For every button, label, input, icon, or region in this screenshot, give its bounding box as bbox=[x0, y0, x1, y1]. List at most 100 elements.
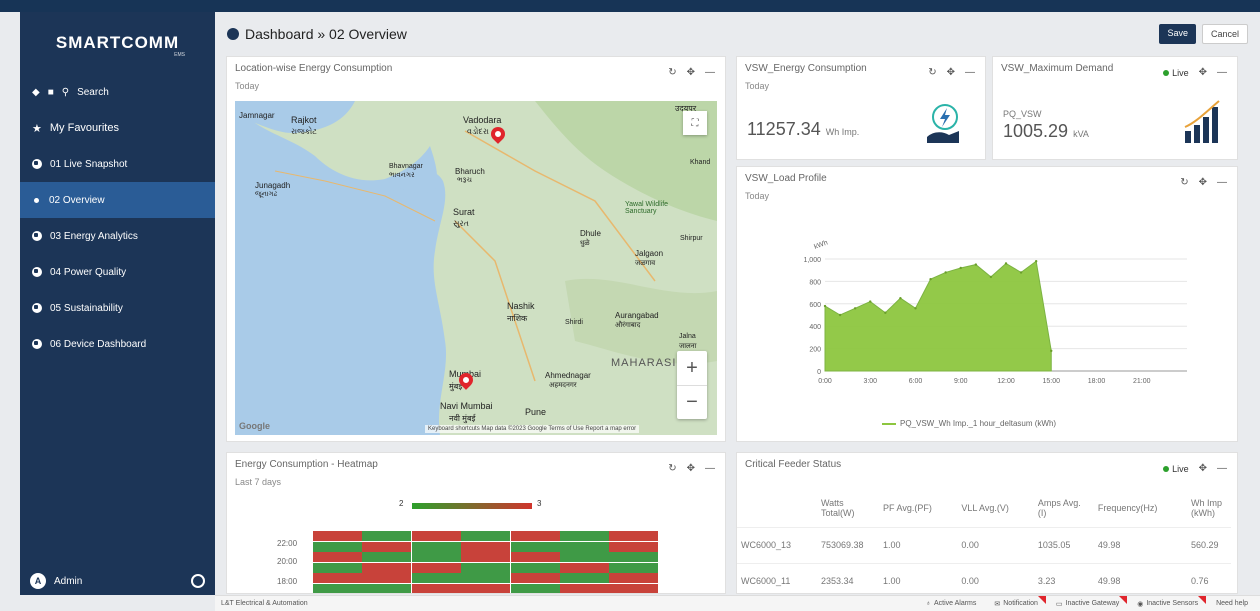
heatmap-cell[interactable] bbox=[609, 562, 659, 573]
breadcrumb-text[interactable]: Dashboard » 02 Overview bbox=[245, 26, 407, 42]
notification-button[interactable]: ✉ Notification bbox=[994, 595, 1046, 608]
heatmap-cell[interactable] bbox=[313, 562, 362, 573]
column-header[interactable]: Watts Total(W) bbox=[817, 489, 879, 528]
heatmap-cell[interactable] bbox=[362, 552, 412, 562]
zoom-out-button[interactable]: − bbox=[677, 385, 707, 419]
back-arrow-icon[interactable]: ◆ bbox=[32, 87, 40, 98]
heatmap-cell[interactable] bbox=[362, 583, 412, 593]
table-cell: WC6000_11 bbox=[737, 563, 817, 593]
heatmap-cell[interactable] bbox=[411, 531, 461, 541]
minimize-icon[interactable]: — bbox=[705, 67, 715, 78]
minimize-icon[interactable]: — bbox=[965, 67, 975, 78]
y-tick-label: 200 bbox=[809, 347, 821, 354]
heatmap-cell[interactable] bbox=[510, 541, 560, 552]
search-icon[interactable]: ⚲ bbox=[62, 87, 69, 98]
heatmap-cell[interactable] bbox=[510, 552, 560, 562]
minimize-icon[interactable]: — bbox=[1217, 177, 1227, 188]
heatmap-cell[interactable] bbox=[461, 583, 511, 593]
heatmap-cell[interactable] bbox=[461, 531, 511, 541]
heatmap-cell[interactable] bbox=[510, 573, 560, 583]
map-view[interactable]: Jamnagar Rajkot રાજકોટ Vadodara વડોદરા उ… bbox=[235, 101, 717, 435]
minimize-icon[interactable]: — bbox=[1217, 67, 1227, 78]
heatmap-cell[interactable] bbox=[560, 552, 609, 562]
heatmap-grid[interactable] bbox=[313, 531, 659, 593]
active-alarms-button[interactable]: ♁ Active Alarms bbox=[926, 600, 983, 607]
heatmap-cell[interactable] bbox=[609, 541, 659, 552]
sidebar-item-device-dashboard[interactable]: 06 Device Dashboard bbox=[20, 326, 215, 362]
table-row[interactable]: WC6000_13 753069.38 1.00 0.00 1035.05 49… bbox=[737, 527, 1231, 564]
save-button[interactable]: Save bbox=[1159, 24, 1196, 44]
heatmap-cell[interactable] bbox=[510, 562, 560, 573]
heatmap-cell[interactable] bbox=[411, 541, 461, 552]
sidebar-item-favourites[interactable]: ★ My Favourites bbox=[20, 110, 215, 146]
zoom-in-button[interactable]: + bbox=[677, 351, 707, 385]
heatmap-cell[interactable] bbox=[560, 541, 609, 552]
heatmap-cell[interactable] bbox=[461, 562, 511, 573]
fullscreen-icon[interactable]: ⛶ bbox=[683, 111, 707, 135]
heatmap-cell[interactable] bbox=[362, 541, 412, 552]
refresh-icon[interactable]: ↻ bbox=[928, 67, 936, 78]
home-icon[interactable]: ■ bbox=[48, 87, 54, 98]
column-header[interactable]: Wh Imp (kWh) bbox=[1187, 489, 1231, 528]
heatmap-cell[interactable] bbox=[609, 583, 659, 593]
column-header[interactable]: PF Avg.(PF) bbox=[879, 489, 958, 528]
heatmap-cell[interactable] bbox=[510, 531, 560, 541]
card-subtitle: Today bbox=[745, 191, 770, 201]
power-icon[interactable] bbox=[191, 574, 205, 588]
sidebar-item-live-snapshot[interactable]: 01 Live Snapshot bbox=[20, 146, 215, 182]
sidebar-item-sustainability[interactable]: 05 Sustainability bbox=[20, 290, 215, 326]
heatmap-cell[interactable] bbox=[411, 562, 461, 573]
table-row[interactable]: WC6000_11 2353.34 1.00 0.00 3.23 49.98 0… bbox=[737, 563, 1231, 593]
sidebar-search-row[interactable]: ◆ ■ ⚲ Search bbox=[20, 74, 215, 110]
avatar[interactable]: A bbox=[30, 573, 46, 589]
heatmap-cell[interactable] bbox=[510, 583, 560, 593]
sidebar-item-overview[interactable]: 02 Overview bbox=[20, 182, 215, 218]
inactive-gateway-button[interactable]: ▭ Inactive Gateway bbox=[1056, 595, 1128, 608]
map-attribution[interactable]: Keyboard shortcuts Map data ©2023 Google… bbox=[425, 425, 640, 433]
move-icon[interactable]: ✥ bbox=[1199, 177, 1207, 188]
heatmap-cell[interactable] bbox=[560, 573, 609, 583]
heatmap-cell[interactable] bbox=[313, 541, 362, 552]
column-header[interactable]: Amps Avg. (I) bbox=[1033, 489, 1094, 528]
heatmap-cell[interactable] bbox=[560, 562, 609, 573]
refresh-icon[interactable]: ↻ bbox=[668, 67, 676, 78]
heatmap-cell[interactable] bbox=[313, 531, 362, 541]
column-header[interactable]: Frequency(Hz) bbox=[1093, 489, 1187, 528]
heatmap-cell[interactable] bbox=[313, 552, 362, 562]
minimize-icon[interactable]: — bbox=[1217, 463, 1227, 474]
heatmap-cell[interactable] bbox=[362, 531, 412, 541]
inactive-sensors-button[interactable]: ◉ Inactive Sensors bbox=[1137, 595, 1207, 608]
heatmap-cell[interactable] bbox=[362, 562, 412, 573]
refresh-icon[interactable]: ↻ bbox=[1180, 177, 1188, 188]
need-help-button[interactable]: Need help bbox=[1216, 600, 1254, 607]
move-icon[interactable]: ✥ bbox=[1199, 463, 1207, 474]
sidebar-item-energy-analytics[interactable]: 03 Energy Analytics bbox=[20, 218, 215, 254]
heatmap-cell[interactable] bbox=[461, 541, 511, 552]
heatmap-cell[interactable] bbox=[411, 583, 461, 593]
move-icon[interactable]: ✥ bbox=[947, 67, 955, 78]
heatmap-cell[interactable] bbox=[313, 573, 362, 583]
user-name[interactable]: Admin bbox=[54, 576, 82, 587]
move-icon[interactable]: ✥ bbox=[687, 463, 695, 474]
column-header[interactable]: VLL Avg.(V) bbox=[957, 489, 1034, 528]
heatmap-cell[interactable] bbox=[609, 552, 659, 562]
heatmap-cell[interactable] bbox=[411, 552, 461, 562]
heatmap-cell[interactable] bbox=[609, 573, 659, 583]
move-icon[interactable]: ✥ bbox=[1199, 67, 1207, 78]
move-icon[interactable]: ✥ bbox=[687, 67, 695, 78]
heatmap-cell[interactable] bbox=[461, 573, 511, 583]
cancel-button[interactable]: Cancel bbox=[1201, 24, 1248, 44]
heatmap-cell[interactable] bbox=[560, 583, 609, 593]
heatmap-cell[interactable] bbox=[313, 583, 362, 593]
heatmap-cell[interactable] bbox=[560, 531, 609, 541]
heatmap-cell[interactable] bbox=[461, 552, 511, 562]
column-header[interactable] bbox=[737, 489, 817, 528]
search-label[interactable]: Search bbox=[77, 87, 109, 98]
minimize-icon[interactable]: — bbox=[705, 463, 715, 474]
heatmap-cell[interactable] bbox=[411, 573, 461, 583]
heatmap-cell[interactable] bbox=[609, 531, 659, 541]
refresh-icon[interactable]: ↻ bbox=[668, 463, 676, 474]
chart-legend[interactable]: PQ_VSW_Wh Imp._1 hour_deltasum (kWh) bbox=[882, 419, 1056, 428]
heatmap-cell[interactable] bbox=[362, 573, 412, 583]
sidebar-item-power-quality[interactable]: 04 Power Quality bbox=[20, 254, 215, 290]
